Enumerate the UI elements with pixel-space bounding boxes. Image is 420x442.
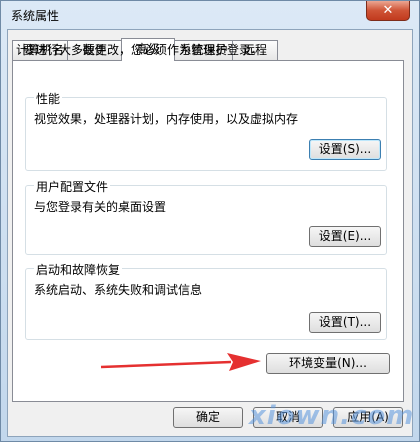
user-profiles-title: 用户配置文件 xyxy=(34,178,111,195)
system-properties-window: 系统属性 ✕ 计算机名 硬件 高级 系统保护 远程 要进行大多数更改，您必须作为… xyxy=(0,0,420,442)
performance-description: 视觉效果，处理器计划，内存使用，以及虚拟内存 xyxy=(34,112,299,126)
close-icon: ✕ xyxy=(382,3,394,18)
startup-recovery-settings-button[interactable]: 设置(T)... xyxy=(309,312,381,333)
window-title: 系统属性 xyxy=(11,9,60,23)
watermark-logo: xiown.com xyxy=(249,401,415,431)
startup-recovery-description: 系统启动、系统失败和调试信息 xyxy=(34,283,203,297)
ok-button[interactable]: 确定 xyxy=(173,407,243,428)
close-button[interactable]: ✕ xyxy=(366,1,410,21)
admin-note: 要进行大多数更改，您必须作为管理员登录。 xyxy=(23,43,264,57)
environment-variables-button[interactable]: 环境变量(N)... xyxy=(266,353,390,374)
startup-recovery-title: 启动和故障恢复 xyxy=(34,261,123,278)
performance-title: 性能 xyxy=(34,90,63,107)
user-profiles-description: 与您登录有关的桌面设置 xyxy=(34,200,167,214)
performance-settings-button[interactable]: 设置(S)... xyxy=(309,139,381,160)
user-profiles-settings-button[interactable]: 设置(E)... xyxy=(309,226,381,247)
title-bar[interactable]: 系统属性 ✕ xyxy=(1,1,419,29)
arrow-icon xyxy=(100,353,261,371)
